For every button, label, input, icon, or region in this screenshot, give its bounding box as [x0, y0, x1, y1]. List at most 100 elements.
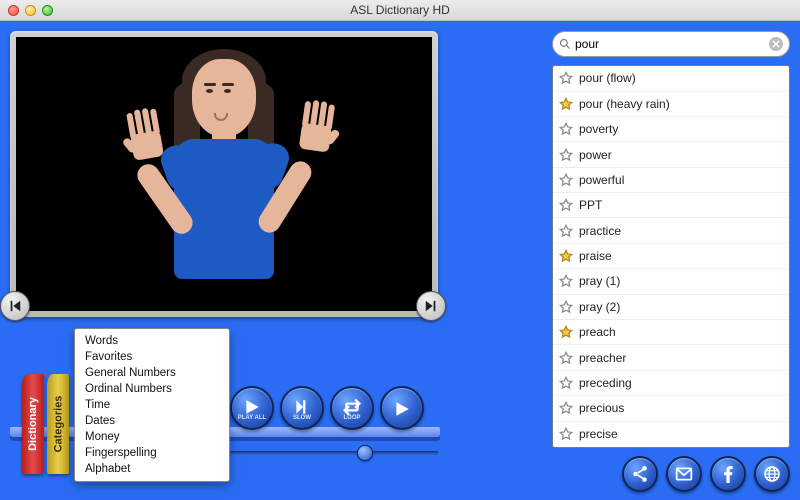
word-list-item-label: powerful — [579, 173, 624, 187]
play-all-button[interactable]: PLAY ALL — [230, 386, 274, 430]
word-list-item[interactable]: power — [553, 142, 789, 167]
word-list-item[interactable]: pray (1) — [553, 269, 789, 294]
search-field-wrap[interactable] — [552, 31, 790, 57]
favorite-star-icon[interactable] — [559, 122, 573, 136]
favorite-star-icon[interactable] — [559, 351, 573, 365]
loop-label: LOOP — [343, 415, 360, 421]
video-player-frame — [10, 31, 438, 317]
categories-popup-item[interactable]: Ordinal Numbers — [75, 381, 229, 397]
loop-button[interactable]: LOOP — [330, 386, 374, 430]
word-list-item[interactable]: PPT — [553, 193, 789, 218]
categories-popup-item[interactable]: Favorites — [75, 349, 229, 365]
mail-button[interactable] — [666, 456, 702, 492]
categories-book-label: Categories — [52, 396, 64, 453]
slider-thumb[interactable] — [357, 445, 373, 461]
categories-popup-item[interactable]: Money — [75, 429, 229, 445]
right-pane: pour (flow) pour (heavy rain) poverty power… — [552, 21, 800, 500]
category-books: Dictionary Categories — [22, 374, 69, 474]
favorite-star-icon[interactable] — [559, 71, 573, 85]
word-list-item-label: pour (heavy rain) — [579, 97, 670, 111]
favorite-star-icon[interactable] — [559, 274, 573, 288]
mail-icon — [675, 465, 693, 483]
dictionary-book-button[interactable]: Dictionary — [22, 374, 44, 474]
word-list-item-label: preacher — [579, 351, 626, 365]
favorite-star-icon[interactable] — [559, 198, 573, 212]
word-list-item-label: preceding — [579, 376, 632, 390]
play-icon — [243, 398, 261, 416]
speed-slider[interactable] — [224, 446, 438, 460]
favorite-star-icon[interactable] — [559, 427, 573, 441]
word-list-item-label: pray (1) — [579, 274, 620, 288]
favorite-star-icon[interactable] — [559, 376, 573, 390]
categories-popup-item[interactable]: Dates — [75, 413, 229, 429]
search-icon — [559, 38, 571, 50]
app-window: ASL Dictionary HD — [0, 0, 800, 500]
play-icon — [393, 400, 411, 418]
word-list-item[interactable]: powerful — [553, 168, 789, 193]
app-body: PLAY ALL SLOW LOOP Dictionar — [0, 21, 800, 500]
word-list-item[interactable]: preceding — [553, 371, 789, 396]
word-list[interactable]: pour (flow) pour (heavy rain) poverty power… — [552, 65, 790, 448]
slow-label: SLOW — [293, 415, 311, 421]
video-player[interactable] — [16, 37, 432, 311]
globe-icon — [763, 465, 781, 483]
loop-icon — [343, 398, 361, 416]
word-list-item[interactable]: practice — [553, 218, 789, 243]
video-prev-button[interactable] — [0, 291, 30, 321]
favorite-star-icon[interactable] — [559, 325, 573, 339]
word-list-item-label: poverty — [579, 122, 618, 136]
facebook-button[interactable] — [710, 456, 746, 492]
titlebar: ASL Dictionary HD — [0, 0, 800, 21]
word-list-item[interactable]: preacher — [553, 345, 789, 370]
categories-popup-menu: WordsFavoritesGeneral NumbersOrdinal Num… — [74, 328, 230, 482]
word-list-item-label: power — [579, 148, 612, 162]
word-list-item-label: praise — [579, 249, 612, 263]
word-list-item[interactable]: precise — [553, 422, 789, 447]
favorite-star-icon[interactable] — [559, 224, 573, 238]
categories-book-button[interactable]: Categories — [47, 374, 69, 474]
word-list-item[interactable]: praise — [553, 244, 789, 269]
favorite-star-icon[interactable] — [559, 401, 573, 415]
word-list-item-label: preach — [579, 325, 616, 339]
sign-video-still — [124, 49, 324, 299]
word-list-item-label: practice — [579, 224, 621, 238]
categories-popup-item[interactable]: Alphabet — [75, 461, 229, 477]
slow-button[interactable]: SLOW — [280, 386, 324, 430]
favorite-star-icon[interactable] — [559, 300, 573, 314]
word-list-item[interactable]: pray (2) — [553, 295, 789, 320]
search-clear-button[interactable] — [769, 37, 783, 51]
word-list-item-label: pour (flow) — [579, 71, 636, 85]
playback-controls: PLAY ALL SLOW LOOP — [230, 386, 424, 430]
categories-popup-item[interactable]: General Numbers — [75, 365, 229, 381]
favorite-star-icon[interactable] — [559, 249, 573, 263]
window-title: ASL Dictionary HD — [0, 3, 800, 17]
share-button[interactable] — [622, 456, 658, 492]
share-icon — [631, 465, 649, 483]
slider-track — [224, 451, 438, 455]
word-list-item[interactable]: pour (heavy rain) — [553, 92, 789, 117]
close-icon — [772, 40, 780, 48]
video-next-button[interactable] — [416, 291, 446, 321]
categories-popup-item[interactable]: Words — [75, 333, 229, 349]
word-list-item-label: precious — [579, 401, 624, 415]
skip-next-icon — [424, 299, 438, 313]
slow-play-icon — [293, 398, 311, 416]
favorite-star-icon[interactable] — [559, 97, 573, 111]
share-toolbar — [552, 456, 790, 492]
favorite-star-icon[interactable] — [559, 173, 573, 187]
skip-prev-icon — [8, 299, 22, 313]
word-list-item-label: pray (2) — [579, 300, 620, 314]
left-pane: PLAY ALL SLOW LOOP Dictionar — [0, 21, 552, 500]
search-input[interactable] — [575, 37, 765, 51]
word-list-item-label: PPT — [579, 198, 602, 212]
categories-popup-item[interactable]: Fingerspelling — [75, 445, 229, 461]
categories-popup-item[interactable]: Time — [75, 397, 229, 413]
play-button[interactable] — [380, 386, 424, 430]
word-list-item[interactable]: pour (flow) — [553, 66, 789, 91]
favorite-star-icon[interactable] — [559, 148, 573, 162]
word-list-item[interactable]: preach — [553, 320, 789, 345]
word-list-item-label: precise — [579, 427, 618, 441]
web-button[interactable] — [754, 456, 790, 492]
word-list-item[interactable]: precious — [553, 396, 789, 421]
word-list-item[interactable]: poverty — [553, 117, 789, 142]
